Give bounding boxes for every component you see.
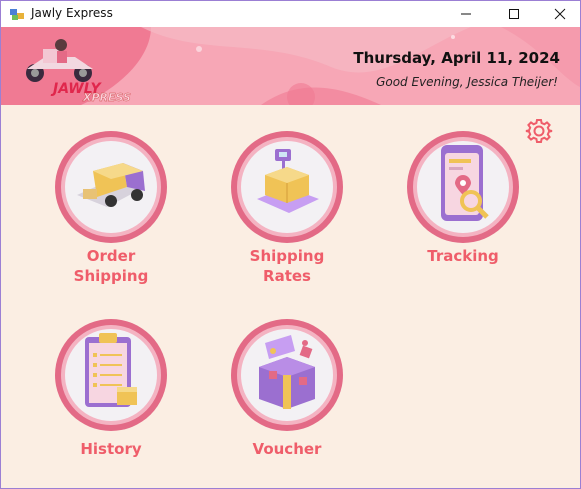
voucher-button[interactable]: Voucher xyxy=(217,317,357,487)
close-button[interactable] xyxy=(537,1,581,27)
minimize-button[interactable] xyxy=(443,1,489,27)
tracking-label-line1: Tracking xyxy=(427,247,499,265)
title-bar[interactable]: Jawly Express xyxy=(1,1,580,27)
maximize-button[interactable] xyxy=(491,1,537,27)
tracking-button[interactable]: Tracking xyxy=(393,129,533,299)
shipping-rates-label: Shipping Rates xyxy=(207,246,367,286)
shipping-rates-button[interactable]: Shipping Rates xyxy=(217,129,357,299)
phone-tracking-icon xyxy=(407,131,519,243)
app-icon xyxy=(10,9,24,20)
close-icon xyxy=(554,8,566,20)
order-shipping-button[interactable]: Order Shipping xyxy=(41,129,181,299)
window-title: Jawly Express xyxy=(31,6,113,20)
app-window: Jawly Express JAWLY XPRESS Thursday, Apr… xyxy=(0,0,581,489)
tracking-label: Tracking xyxy=(383,246,543,266)
history-label: History xyxy=(31,439,191,459)
gift-box-icon xyxy=(231,319,343,431)
current-date: Thursday, April 11, 2024 xyxy=(353,49,560,67)
brand-logo: JAWLY XPRESS xyxy=(26,39,131,103)
header-banner: JAWLY XPRESS Thursday, April 11, 2024 Go… xyxy=(1,27,580,105)
delivery-truck-icon xyxy=(55,131,167,243)
greeting-text: Good Evening, Jessica Theijer! xyxy=(376,75,558,89)
shipping-rates-label-line2: Rates xyxy=(263,267,311,285)
voucher-label-line1: Voucher xyxy=(252,440,322,458)
shipping-rates-label-line1: Shipping xyxy=(249,247,325,265)
order-shipping-label: Order Shipping xyxy=(31,246,191,286)
maximize-icon xyxy=(509,9,519,19)
history-button[interactable]: History xyxy=(41,317,181,487)
svg-text:XPRESS: XPRESS xyxy=(82,91,131,103)
main-content: Order Shipping Shipping Rates Tracking H… xyxy=(1,105,580,488)
minimize-icon xyxy=(461,13,471,15)
order-shipping-label-line1: Order xyxy=(86,247,136,265)
clipboard-icon xyxy=(55,319,167,431)
order-shipping-label-line2: Shipping xyxy=(73,267,149,285)
history-label-line1: History xyxy=(80,440,142,458)
voucher-label: Voucher xyxy=(207,439,367,459)
package-scale-icon xyxy=(231,131,343,243)
